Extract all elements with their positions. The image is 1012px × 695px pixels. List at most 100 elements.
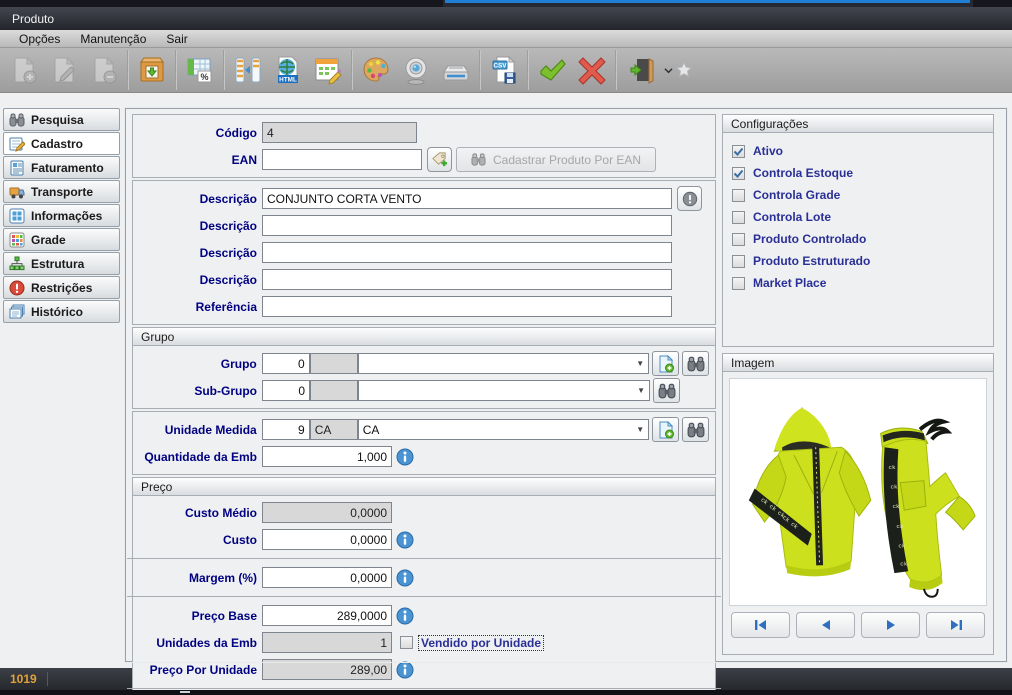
checkbox-produto-controlado[interactable]: Produto Controlado: [723, 228, 993, 250]
window-title-bar[interactable]: Produto: [0, 7, 1012, 30]
ean-label: EAN: [139, 153, 257, 167]
custo-field[interactable]: [262, 529, 392, 550]
margem-field[interactable]: [262, 567, 392, 588]
sidebar-label: Restrições: [31, 281, 92, 295]
new-doc-icon: [657, 421, 675, 439]
menu-sair[interactable]: Sair: [157, 31, 196, 47]
sidebar-item-transporte[interactable]: Transporte: [3, 180, 120, 203]
descricao2-field[interactable]: [262, 215, 672, 236]
last-image-button[interactable]: [926, 612, 985, 638]
svg-text:%: %: [200, 72, 208, 82]
csv-save-button[interactable]: CSV: [484, 50, 524, 90]
new-doc-icon: [657, 355, 675, 373]
descricao-warning-button[interactable]: [677, 186, 702, 211]
exit-options-chevron[interactable]: [660, 50, 676, 90]
checkbox-produto-estruturado[interactable]: Produto Estruturado: [723, 250, 993, 272]
html-export-button[interactable]: HTML: [268, 50, 308, 90]
new-record-button[interactable]: [4, 50, 44, 90]
calendar-edit-button[interactable]: [308, 50, 348, 90]
vendido-por-unidade-checkbox[interactable]: Vendido por Unidade: [400, 635, 544, 651]
grupo-new-button[interactable]: [652, 351, 679, 376]
subgrupo-locked-field: [310, 380, 358, 401]
cadastro-tab-page: Código EAN Cadastrar Produto Por EAN: [125, 108, 1007, 662]
info-icon[interactable]: [396, 448, 414, 466]
subgrupo-search-button[interactable]: [653, 378, 680, 403]
codigo-label: Código: [139, 126, 257, 140]
exit-door-button[interactable]: [620, 50, 660, 90]
unidade-search-button[interactable]: [682, 417, 709, 442]
delete-record-button[interactable]: [84, 50, 124, 90]
info-icon[interactable]: [396, 607, 414, 625]
qtd-emb-label: Quantidade da Emb: [139, 450, 257, 464]
history-icon: [9, 304, 25, 320]
unidade-combo[interactable]: CA▼: [358, 419, 649, 440]
sidebar-label: Grade: [31, 233, 66, 247]
checkbox-controla-grade[interactable]: Controla Grade: [723, 184, 993, 206]
menu-bar: Opções Manutenção Sair: [0, 30, 1012, 48]
edit-record-button[interactable]: [44, 50, 84, 90]
checkbox-controla-lote[interactable]: Controla Lote: [723, 206, 993, 228]
next-image-button[interactable]: [861, 612, 920, 638]
referencia-field[interactable]: [262, 296, 672, 317]
palette-button[interactable]: [356, 50, 396, 90]
sidebar: Pesquisa Cadastro Faturamento Transporte…: [0, 108, 122, 668]
checkbox-controla-estoque[interactable]: Controla Estoque: [723, 162, 993, 184]
unidades-emb-label: Unidades da Emb: [139, 636, 257, 650]
previous-image-button[interactable]: [796, 612, 855, 638]
invoice-icon: [9, 160, 25, 176]
subgrupo-code-field[interactable]: [262, 380, 310, 401]
grupo-search-button[interactable]: [682, 351, 709, 376]
codigo-field: [262, 122, 417, 143]
image-navigation: [723, 612, 993, 644]
first-image-button[interactable]: [731, 612, 790, 638]
sidebar-item-pesquisa[interactable]: Pesquisa: [3, 108, 120, 131]
grupo-combo[interactable]: ▼: [358, 353, 649, 374]
sidebar-item-cadastro[interactable]: Cadastro: [3, 132, 120, 155]
descricao4-label: Descrição: [139, 273, 257, 287]
unidade-new-button[interactable]: [652, 417, 679, 442]
confirm-check-icon[interactable]: [532, 50, 572, 90]
imagem-panel: Imagem: [722, 353, 994, 655]
sidebar-item-faturamento[interactable]: Faturamento: [3, 156, 120, 179]
product-form: Código EAN Cadastrar Produto Por EAN: [132, 114, 716, 655]
preco-base-field[interactable]: [262, 605, 392, 626]
sidebar-item-historico[interactable]: Histórico: [3, 300, 120, 323]
unidade-box: Unidade Medida CA▼ Quantidade da Emb: [132, 411, 716, 475]
grupo-caption: Grupo: [133, 328, 715, 346]
referencia-label: Referência: [139, 300, 257, 314]
cancel-x-icon[interactable]: [572, 50, 612, 90]
binoculars-icon: [9, 112, 25, 128]
transfer-list-button[interactable]: [228, 50, 268, 90]
sidebar-item-restricoes[interactable]: Restrições: [3, 276, 120, 299]
ean-field[interactable]: [262, 149, 422, 170]
price-table-button[interactable]: %: [180, 50, 220, 90]
descricao3-field[interactable]: [262, 242, 672, 263]
unidade-code-field[interactable]: [262, 419, 310, 440]
cadastrar-por-ean-button[interactable]: Cadastrar Produto Por EAN: [456, 147, 656, 172]
imagem-caption: Imagem: [723, 354, 993, 372]
cadastrar-por-ean-label: Cadastrar Produto Por EAN: [493, 153, 641, 167]
checkbox-market-place[interactable]: Market Place: [723, 272, 993, 294]
menu-manutencao[interactable]: Manutenção: [71, 31, 155, 47]
info-icon[interactable]: [396, 531, 414, 549]
checkbox-ativo[interactable]: Ativo: [723, 140, 993, 162]
webcam-button[interactable]: [396, 50, 436, 90]
scanner-button[interactable]: [436, 50, 476, 90]
descricao4-field[interactable]: [262, 269, 672, 290]
sidebar-item-informacoes[interactable]: Informações: [3, 204, 120, 227]
descricao1-field[interactable]: [262, 188, 672, 209]
sidebar-item-estrutura[interactable]: Estrutura: [3, 252, 120, 275]
sidebar-item-grade[interactable]: Grade: [3, 228, 120, 251]
menu-opcoes[interactable]: Opções: [10, 31, 69, 47]
svg-text:HTML: HTML: [279, 77, 297, 84]
info-icon[interactable]: [396, 661, 414, 679]
ean-tag-button[interactable]: [427, 147, 452, 172]
subgrupo-combo[interactable]: ▼: [358, 380, 650, 401]
grupo-code-field[interactable]: [262, 353, 310, 374]
stock-box-button[interactable]: [132, 50, 172, 90]
alert-icon: [9, 280, 25, 296]
info-grid-icon: [9, 208, 25, 224]
info-icon[interactable]: [396, 569, 414, 587]
product-image: ck ck ck ck ck: [729, 378, 987, 606]
qtd-emb-field[interactable]: [262, 446, 392, 467]
